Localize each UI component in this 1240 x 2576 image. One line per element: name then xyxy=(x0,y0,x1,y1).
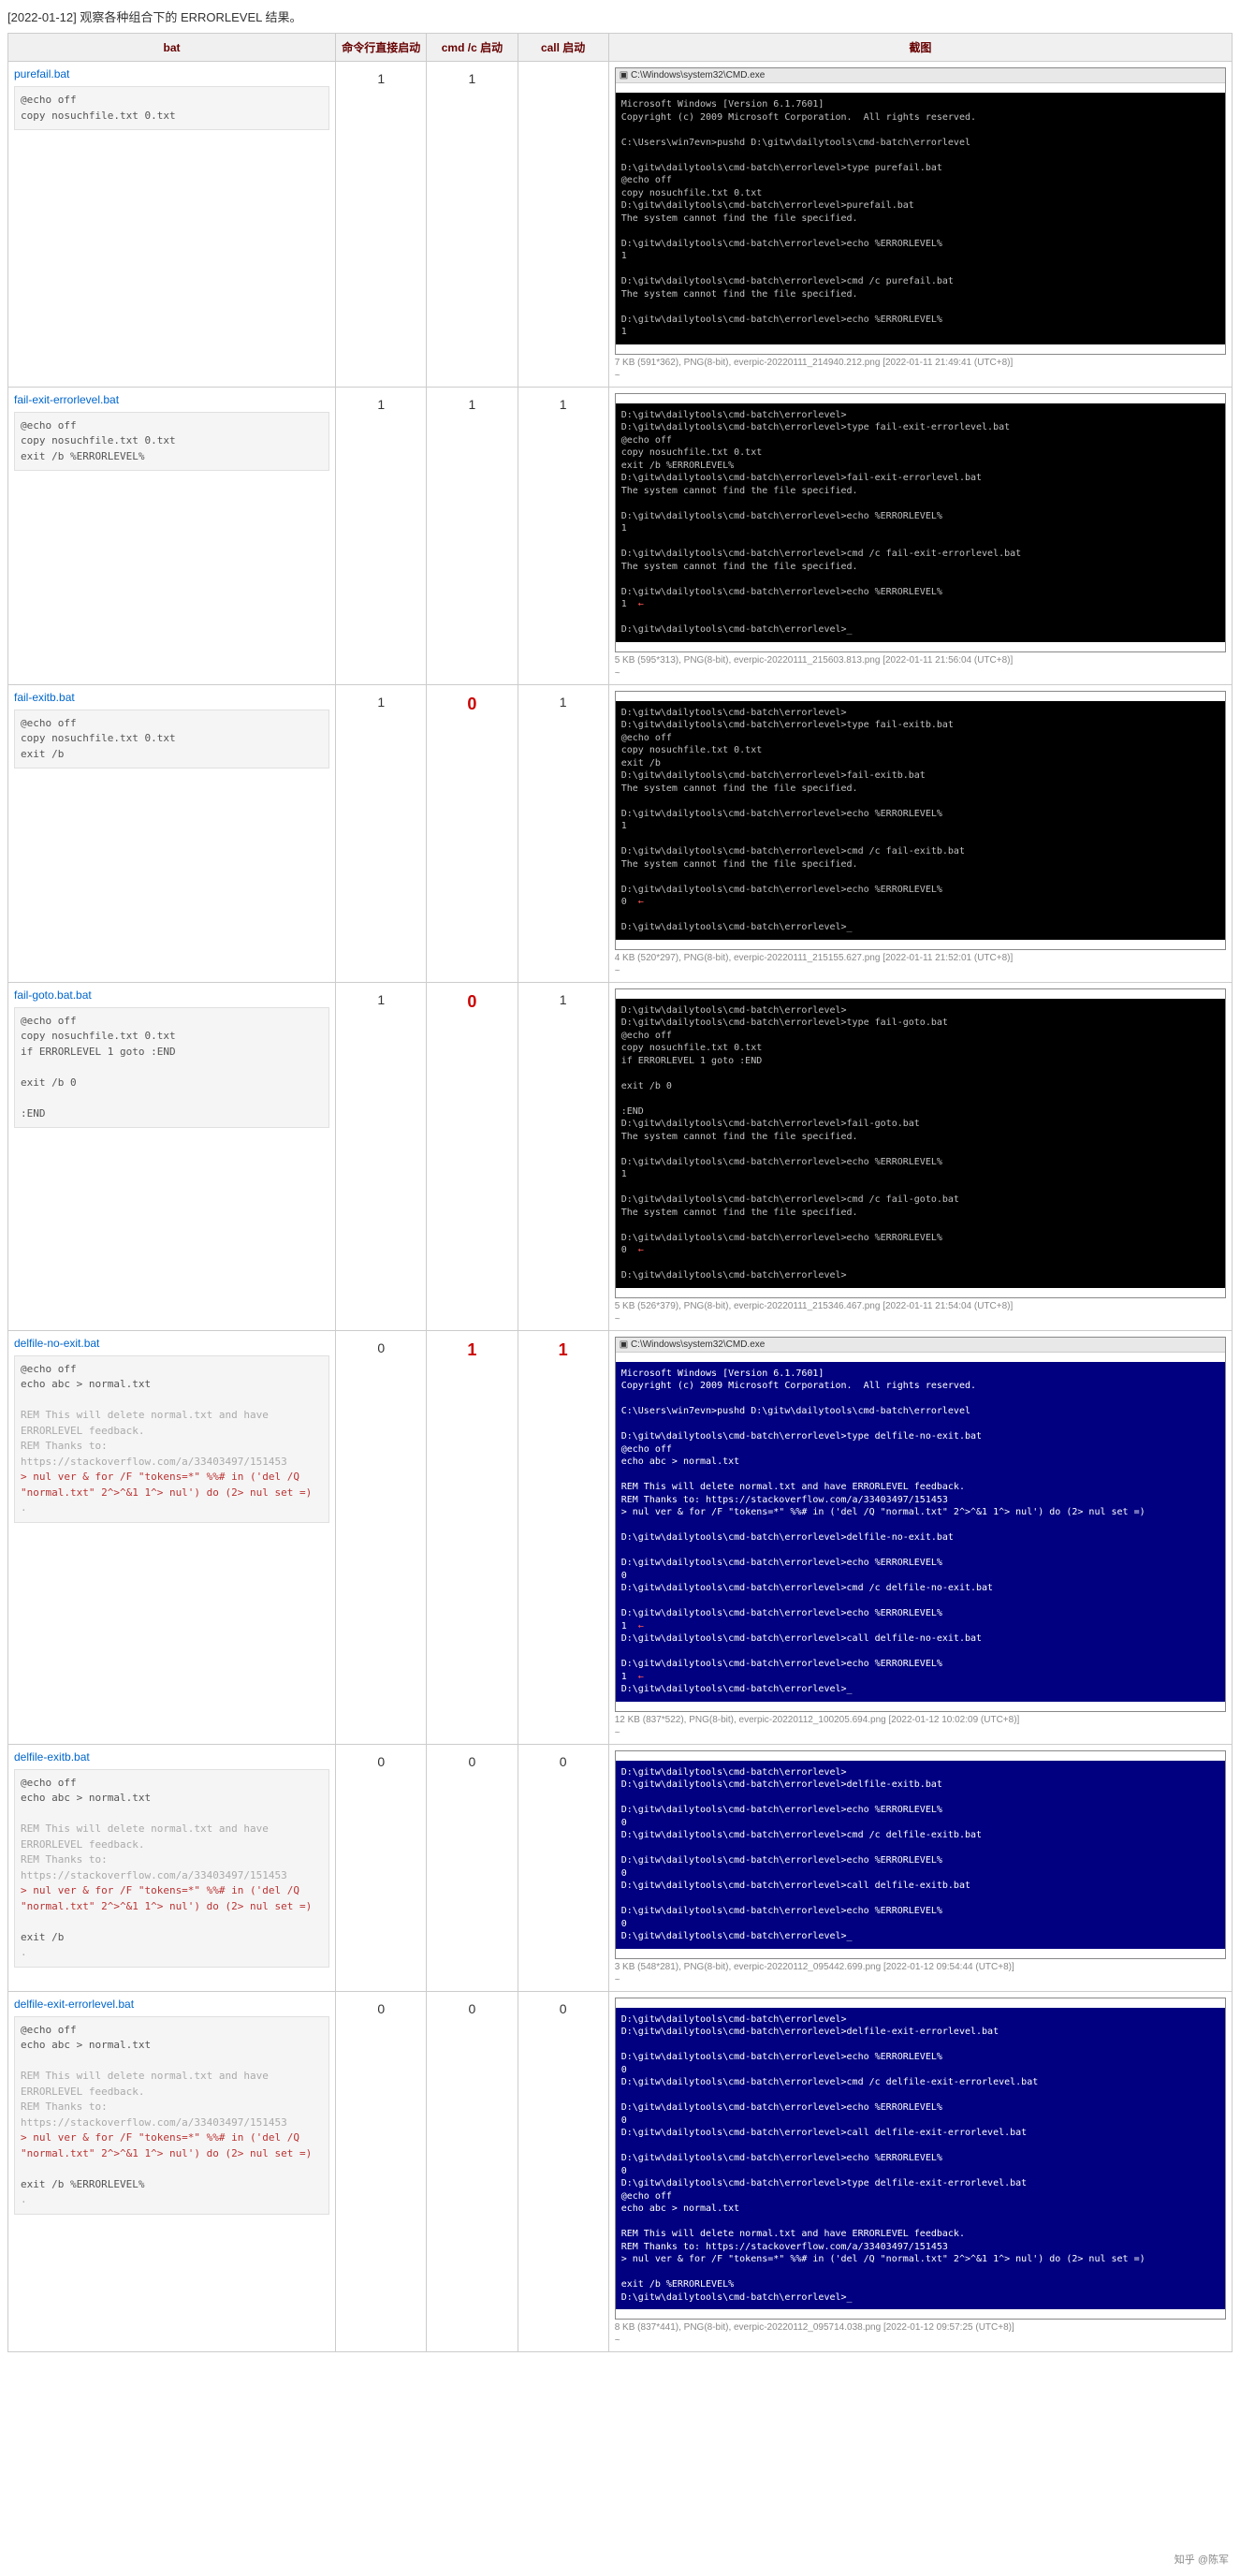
screenshot-caption: 8 KB (837*441), PNG(8-bit), everpic-2022… xyxy=(615,2322,1226,2333)
table-row: delfile-exit-errorlevel.bat @echo off ech… xyxy=(8,1991,1233,2352)
table-row: fail-exit-errorlevel.bat @echo off copy n… xyxy=(8,387,1233,684)
errorlevel-value: 1 xyxy=(342,691,420,710)
bat-source-code: @echo off copy nosuchfile.txt 0.txt if E… xyxy=(14,1007,329,1129)
doc-title: [2022-01-12] 观察各种组合下的 ERRORLEVEL 结果。 xyxy=(7,7,1233,25)
terminal-screenshot: ▣ C:\Windows\system32\CMD.exe Microsoft W… xyxy=(615,67,1226,355)
terminal-output: D:\gitw\dailytools\cmd-batch\errorlevel>… xyxy=(616,1761,1225,1949)
terminal-screenshot: D:\gitw\dailytools\cmd-batch\errorlevel>… xyxy=(615,1998,1226,2320)
watermark: 知乎 @陈军 xyxy=(1174,2552,1229,2567)
errorlevel-value: 1 xyxy=(524,393,603,412)
errorlevel-value: 1 xyxy=(432,393,511,412)
ellipsis: ~ xyxy=(615,371,1226,381)
terminal-output: Microsoft Windows [Version 6.1.7601] Cop… xyxy=(616,1362,1225,1702)
errorlevel-value: 0 xyxy=(432,1998,511,2016)
errorlevel-value: 1 xyxy=(524,1337,603,1360)
bat-filename: purefail.bat xyxy=(14,67,329,80)
errorlevel-table: bat 命令行直接启动 cmd /c 启动 call 启动 截图 purefai… xyxy=(7,33,1233,2352)
table-row: fail-exitb.bat @echo off copy nosuchfile.… xyxy=(8,684,1233,982)
terminal-screenshot: ▣ C:\Windows\system32\CMD.exe Microsoft W… xyxy=(615,1337,1226,1712)
terminal-output: D:\gitw\dailytools\cmd-batch\errorlevel>… xyxy=(616,403,1225,642)
bat-source-code: @echo off copy nosuchfile.txt 0.txt xyxy=(14,86,329,130)
screenshot-caption: 12 KB (837*522), PNG(8-bit), everpic-202… xyxy=(615,1715,1226,1725)
bat-source-code: @echo off copy nosuchfile.txt 0.txt exit… xyxy=(14,412,329,472)
errorlevel-value: 1 xyxy=(524,988,603,1007)
errorlevel-value: 1 xyxy=(342,988,420,1007)
errorlevel-value: 1 xyxy=(432,1337,511,1360)
screenshot-caption: 5 KB (526*379), PNG(8-bit), everpic-2022… xyxy=(615,1301,1226,1311)
screenshot-caption: 4 KB (520*297), PNG(8-bit), everpic-2022… xyxy=(615,953,1226,963)
terminal-output: D:\gitw\dailytools\cmd-batch\errorlevel>… xyxy=(616,2008,1225,2310)
ellipsis: ~ xyxy=(615,1728,1226,1738)
ellipsis: ~ xyxy=(615,2335,1226,2346)
terminal-titlebar: ▣ C:\Windows\system32\CMD.exe xyxy=(616,1338,1225,1353)
bat-filename: fail-exitb.bat xyxy=(14,691,329,704)
terminal-titlebar: ▣ C:\Windows\system32\CMD.exe xyxy=(616,68,1225,83)
errorlevel-value: 1 xyxy=(342,393,420,412)
bat-filename: delfile-no-exit.bat xyxy=(14,1337,329,1350)
bat-filename: delfile-exit-errorlevel.bat xyxy=(14,1998,329,2011)
errorlevel-value: 0 xyxy=(342,1337,420,1355)
bat-source-code: @echo off copy nosuchfile.txt 0.txt exit… xyxy=(14,710,329,769)
bat-source-code: @echo off echo abc > normal.txt REM This… xyxy=(14,2016,329,2215)
terminal-output: Microsoft Windows [Version 6.1.7601] Cop… xyxy=(616,93,1225,344)
ellipsis: ~ xyxy=(615,966,1226,976)
screenshot-caption: 3 KB (548*281), PNG(8-bit), everpic-2022… xyxy=(615,1962,1226,1972)
terminal-screenshot: D:\gitw\dailytools\cmd-batch\errorlevel>… xyxy=(615,1750,1226,1959)
bat-source-code: @echo off echo abc > normal.txt REM This… xyxy=(14,1769,329,1968)
terminal-screenshot: D:\gitw\dailytools\cmd-batch\errorlevel>… xyxy=(615,393,1226,652)
errorlevel-value xyxy=(524,67,603,71)
screenshot-caption: 5 KB (595*313), PNG(8-bit), everpic-2022… xyxy=(615,655,1226,666)
ellipsis: ~ xyxy=(615,1314,1226,1325)
terminal-output: D:\gitw\dailytools\cmd-batch\errorlevel>… xyxy=(616,701,1225,940)
bat-source-code: @echo off echo abc > normal.txt REM This… xyxy=(14,1355,329,1523)
terminal-screenshot: D:\gitw\dailytools\cmd-batch\errorlevel>… xyxy=(615,691,1226,950)
errorlevel-value: 0 xyxy=(524,1750,603,1769)
ellipsis: ~ xyxy=(615,668,1226,679)
th-bat: bat xyxy=(8,34,336,62)
bat-filename: fail-goto.bat.bat xyxy=(14,988,329,1002)
errorlevel-value: 0 xyxy=(432,691,511,714)
bat-filename: delfile-exitb.bat xyxy=(14,1750,329,1764)
errorlevel-value: 0 xyxy=(342,1750,420,1769)
th-call: call 启动 xyxy=(518,34,608,62)
table-row: purefail.bat @echo off copy nosuchfile.tx… xyxy=(8,62,1233,388)
table-row: delfile-no-exit.bat @echo off echo abc > … xyxy=(8,1330,1233,1744)
table-row: fail-goto.bat.bat @echo off copy nosuchfi… xyxy=(8,982,1233,1330)
terminal-screenshot: D:\gitw\dailytools\cmd-batch\errorlevel>… xyxy=(615,988,1226,1298)
errorlevel-value: 1 xyxy=(524,691,603,710)
errorlevel-value: 1 xyxy=(432,67,511,86)
th-shot: 截图 xyxy=(608,34,1232,62)
errorlevel-value: 0 xyxy=(432,988,511,1012)
terminal-output: D:\gitw\dailytools\cmd-batch\errorlevel>… xyxy=(616,999,1225,1288)
th-cmdc: cmd /c 启动 xyxy=(427,34,518,62)
bat-filename: fail-exit-errorlevel.bat xyxy=(14,393,329,406)
screenshot-caption: 7 KB (591*362), PNG(8-bit), everpic-2022… xyxy=(615,358,1226,368)
ellipsis: ~ xyxy=(615,1975,1226,1985)
th-direct: 命令行直接启动 xyxy=(336,34,427,62)
table-row: delfile-exitb.bat @echo off echo abc > no… xyxy=(8,1744,1233,1991)
errorlevel-value: 0 xyxy=(432,1750,511,1769)
errorlevel-value: 1 xyxy=(342,67,420,86)
errorlevel-value: 0 xyxy=(524,1998,603,2016)
errorlevel-value: 0 xyxy=(342,1998,420,2016)
